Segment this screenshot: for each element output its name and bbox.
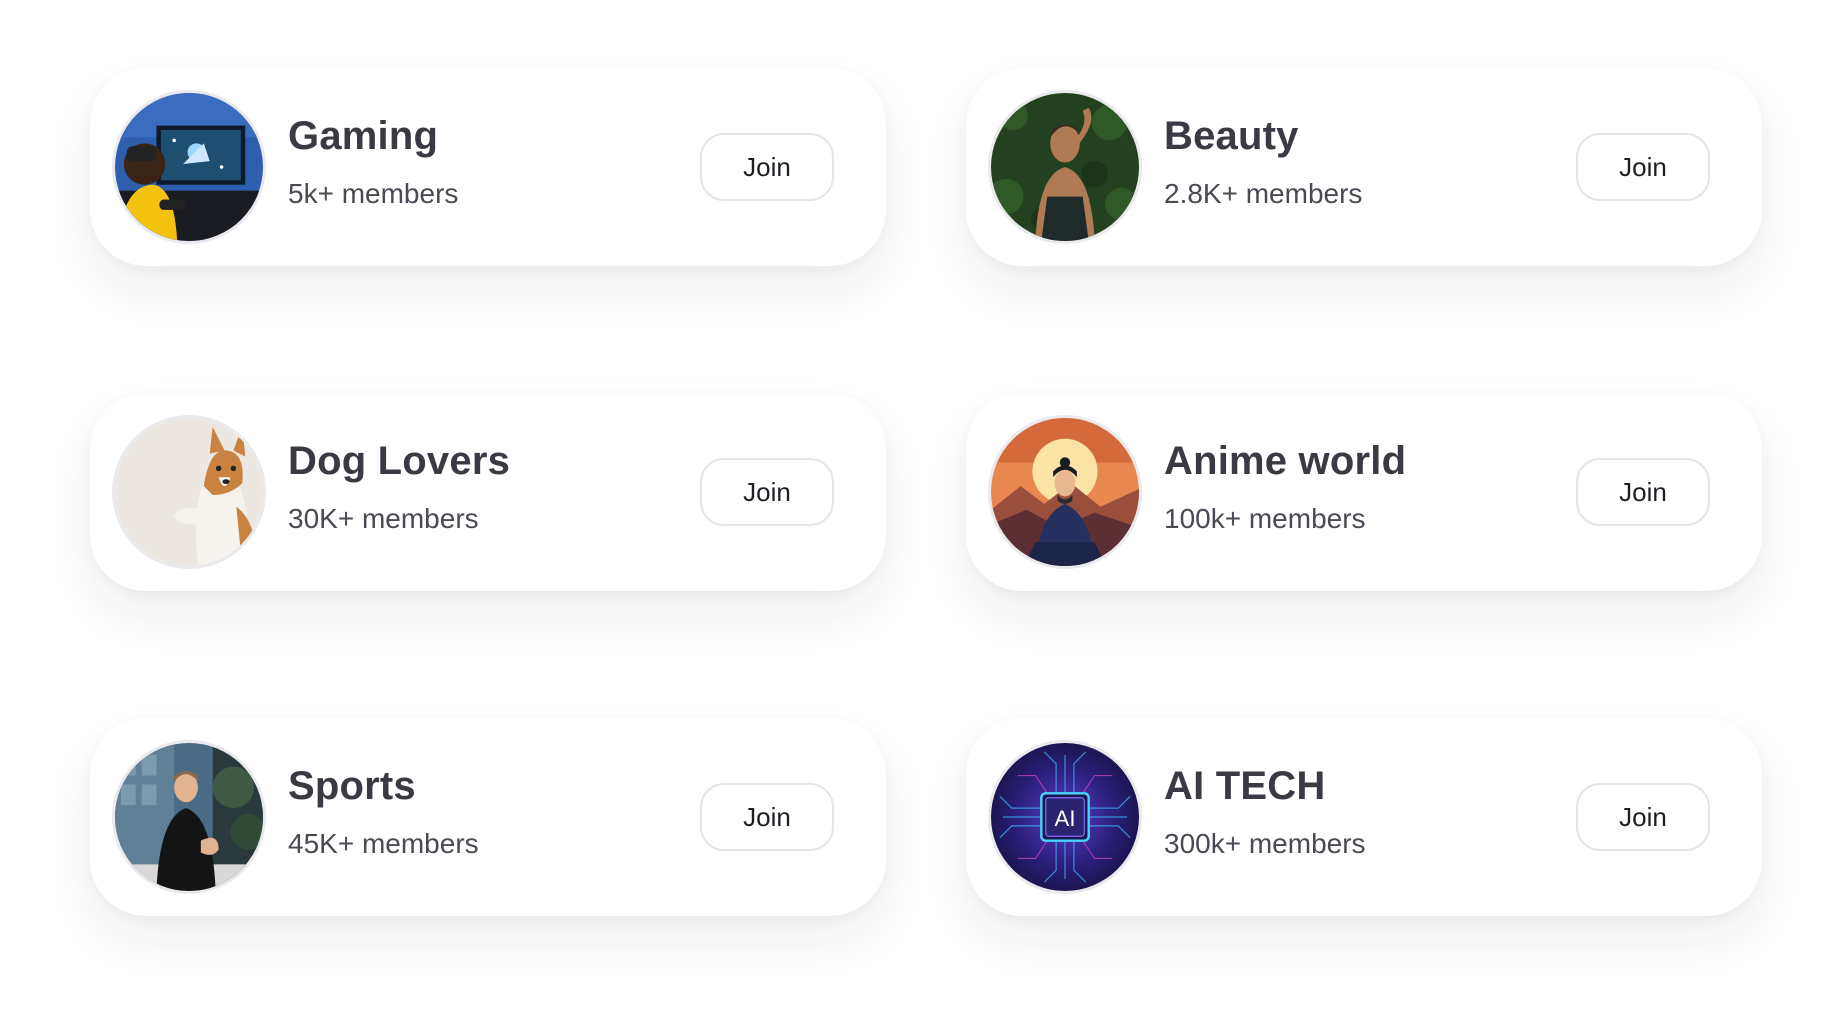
join-button-sports[interactable]: Join (700, 783, 834, 851)
community-card-beauty[interactable]: Beauty 2.8K+ members Join (966, 68, 1762, 266)
community-members-count: 45K+ members (288, 828, 479, 859)
community-title: Anime world (1164, 439, 1407, 483)
community-card-anime-world[interactable]: Anime world 100k+ members Join (966, 393, 1762, 591)
join-button-beauty[interactable]: Join (1576, 133, 1710, 201)
community-title: AI TECH (1164, 764, 1326, 808)
community-members-count: 30K+ members (288, 503, 479, 534)
gaming-photo-icon (112, 90, 266, 244)
join-button-dog-lovers[interactable]: Join (700, 458, 834, 526)
community-title: Dog Lovers (288, 439, 511, 483)
join-button-ai-tech[interactable]: Join (1576, 783, 1710, 851)
join-button-gaming[interactable]: Join (700, 133, 834, 201)
community-members-count: 2.8K+ members (1164, 178, 1363, 209)
community-title: Beauty (1164, 114, 1299, 158)
sports-photo-icon (112, 740, 266, 894)
dog-photo-icon (112, 415, 266, 569)
community-title: Gaming (288, 114, 439, 158)
beauty-photo-icon (988, 90, 1142, 244)
community-card-sports[interactable]: Sports 45K+ members Join (90, 718, 886, 916)
join-button-anime-world[interactable]: Join (1576, 458, 1710, 526)
community-members-count: 100k+ members (1164, 503, 1366, 534)
community-members-count: 300k+ members (1164, 828, 1366, 859)
community-card-dog-lovers[interactable]: Dog Lovers 30K+ members Join (90, 393, 886, 591)
community-grid: Gaming 5k+ members Join Beauty 2.8K+ mem… (0, 0, 1846, 1023)
ai-chip-icon: AI (988, 740, 1142, 894)
community-title: Sports (288, 764, 416, 808)
anime-photo-icon (988, 415, 1142, 569)
community-members-count: 5k+ members (288, 178, 459, 209)
community-card-ai-tech[interactable]: AI AI TECH 300k+ members Join (966, 718, 1762, 916)
community-card-gaming[interactable]: Gaming 5k+ members Join (90, 68, 886, 266)
ai-chip-label: AI (1055, 806, 1076, 831)
